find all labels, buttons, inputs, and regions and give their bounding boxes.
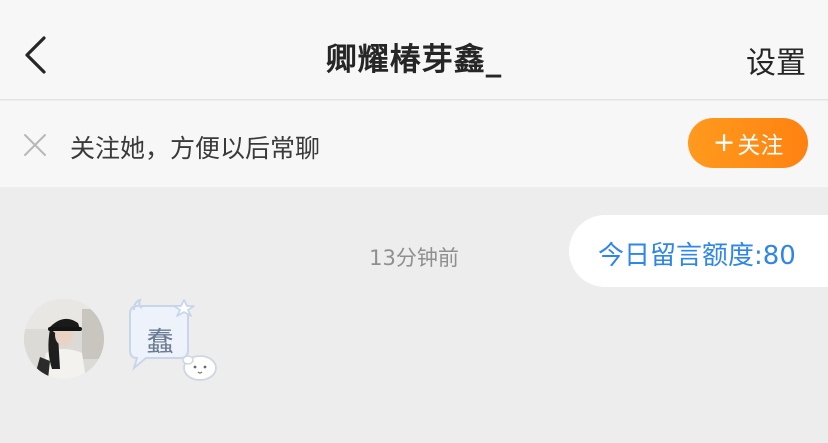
close-icon bbox=[24, 134, 46, 156]
avatar-photo bbox=[24, 299, 104, 379]
badge-character: 蠢 bbox=[146, 327, 174, 358]
daily-message-quota[interactable]: 今日留言额度:80 bbox=[598, 235, 796, 272]
settings-button[interactable]: 设置 bbox=[746, 38, 806, 82]
follow-button-label: 关注 bbox=[737, 133, 784, 159]
avatar[interactable] bbox=[24, 299, 104, 379]
follow-button[interactable]: + 关注 bbox=[688, 118, 808, 168]
plus-icon: + bbox=[712, 126, 736, 158]
nav-bar: 卿耀椿芽鑫_ 设置 bbox=[0, 0, 828, 100]
follow-prompt: 关注她，方便以后常聊 bbox=[70, 134, 321, 163]
page-title: 卿耀椿芽鑫_ bbox=[325, 42, 503, 78]
close-banner-button[interactable] bbox=[22, 132, 48, 158]
